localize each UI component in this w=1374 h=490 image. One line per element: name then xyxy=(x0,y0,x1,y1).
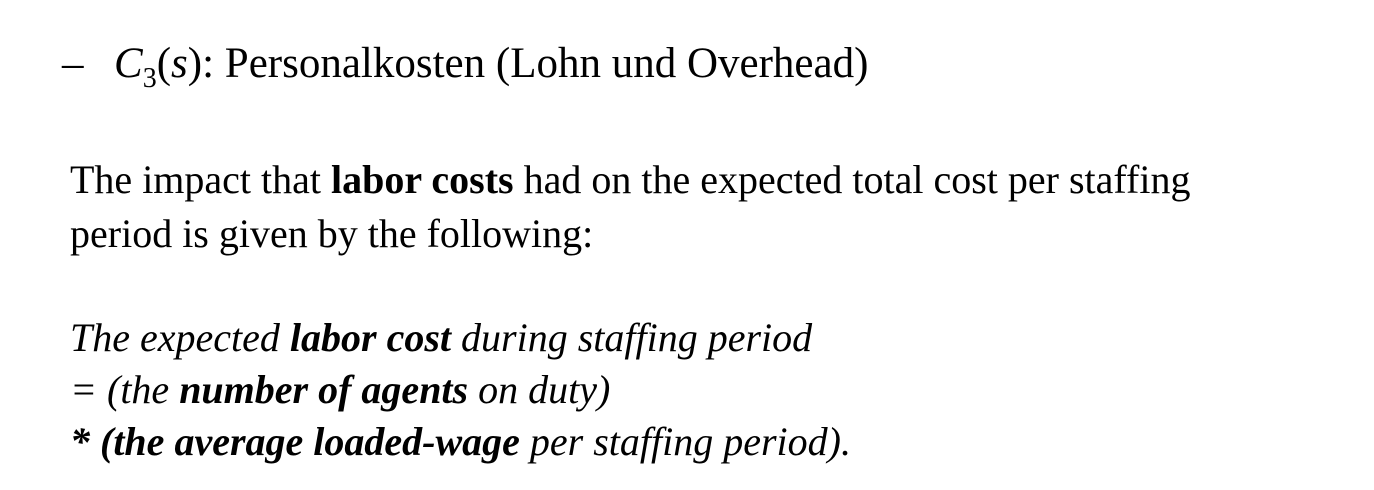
formula-text: during staffing period xyxy=(451,315,813,360)
paragraph-line-2: period is given by the following: xyxy=(70,214,593,254)
formula-text: per staffing period). xyxy=(519,419,851,464)
variable-letter: C xyxy=(114,40,143,87)
paragraph-line-1: The impact that labor costs had on the e… xyxy=(70,160,1190,200)
variable-close-paren: ) xyxy=(187,40,203,87)
variable-subscript: 3 xyxy=(142,63,157,94)
formula-line-3: * (the average loaded-wage per staffing … xyxy=(70,422,851,462)
bullet-item-c3: – C3(s): Personalkosten (Lohn und Overhea… xyxy=(62,40,869,93)
formula-operator: * (the xyxy=(70,419,175,464)
bullet-dash: – xyxy=(62,40,84,87)
formula-text: = (the xyxy=(70,367,180,412)
variable-argument: s xyxy=(171,40,188,87)
formula-emphasis: labor cost xyxy=(289,315,452,360)
formula-text: The expected xyxy=(70,315,290,360)
paragraph-emphasis: labor costs xyxy=(331,157,514,202)
formula-emphasis: number of agents xyxy=(179,367,469,412)
bullet-label: : Personalkosten (Lohn und Overhead) xyxy=(202,40,869,87)
paragraph-text: had on the expected total cost per staff… xyxy=(513,157,1191,202)
formula-line-1: The expected labor cost during staffing … xyxy=(70,318,812,358)
variable-open-paren: ( xyxy=(156,40,172,87)
paragraph-text: The impact that xyxy=(70,157,332,202)
formula-text: on duty) xyxy=(468,367,611,412)
paragraph-text: period is given by the following: xyxy=(70,211,594,256)
formula-emphasis: average loaded-wage xyxy=(174,419,520,464)
formula-line-2: = (the number of agents on duty) xyxy=(70,370,610,410)
